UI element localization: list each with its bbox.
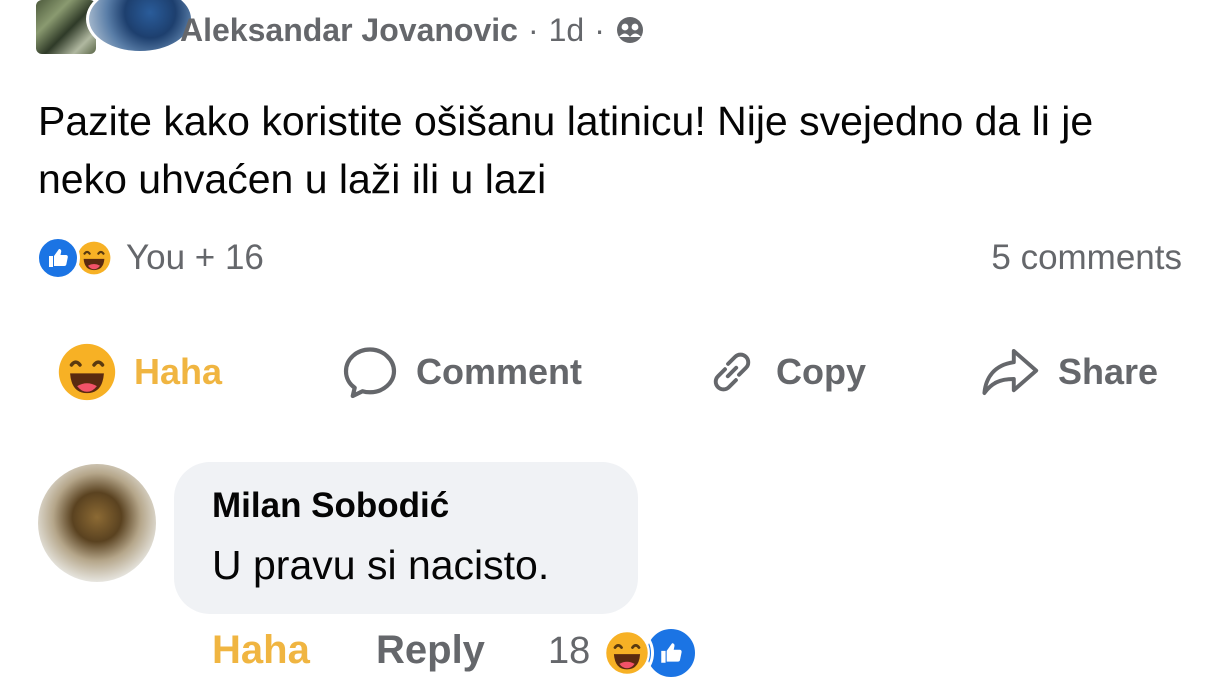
comment-button-label: Comment <box>416 351 583 392</box>
share-icon <box>982 349 1039 395</box>
copy-link-button[interactable]: Copy <box>704 340 866 404</box>
haha-reaction-icon <box>600 626 654 680</box>
separator-dot: · <box>594 11 605 48</box>
post-author-name[interactable]: Aleksandar Jovanovic <box>180 12 518 49</box>
commenter-avatar[interactable] <box>38 464 156 582</box>
author-avatar-group[interactable] <box>36 0 194 62</box>
commenter-name[interactable]: Milan Sobodić <box>212 486 449 526</box>
like-reaction-icon <box>36 236 80 280</box>
comments-count-link[interactable]: 5 comments <box>991 238 1182 278</box>
post-timestamp[interactable]: 1d <box>549 12 585 49</box>
haha-button-label: Haha <box>134 351 223 392</box>
separator-dot: · <box>527 11 539 48</box>
reactions-summary-text: You + 16 <box>126 238 264 277</box>
comment-button[interactable]: Comment <box>340 340 582 404</box>
share-button-label: Share <box>1058 351 1159 392</box>
link-icon <box>713 352 751 392</box>
haha-icon <box>58 343 116 401</box>
comment-icon <box>343 347 397 399</box>
post-header: Aleksandar Jovanovic · 1d · <box>180 10 645 50</box>
comment-haha-button[interactable]: Haha <box>212 628 310 673</box>
friends-icon <box>616 17 643 43</box>
share-button[interactable]: Share <box>980 340 1158 404</box>
reactions-summary[interactable]: You + 16 <box>36 236 264 280</box>
post-body-text: Pazite kako koristite ošišanu latinicu! … <box>38 98 1094 202</box>
comment-reactions[interactable] <box>600 626 698 680</box>
comment-text: U pravu si nacisto. <box>212 542 550 588</box>
author-avatar[interactable] <box>86 0 194 54</box>
comment-reaction-count[interactable]: 18 <box>548 630 590 673</box>
comment-bubble <box>174 462 638 614</box>
copy-button-label: Copy <box>776 351 866 392</box>
haha-reaction-button[interactable]: Haha <box>56 340 222 404</box>
comment-reply-button[interactable]: Reply <box>376 628 485 673</box>
